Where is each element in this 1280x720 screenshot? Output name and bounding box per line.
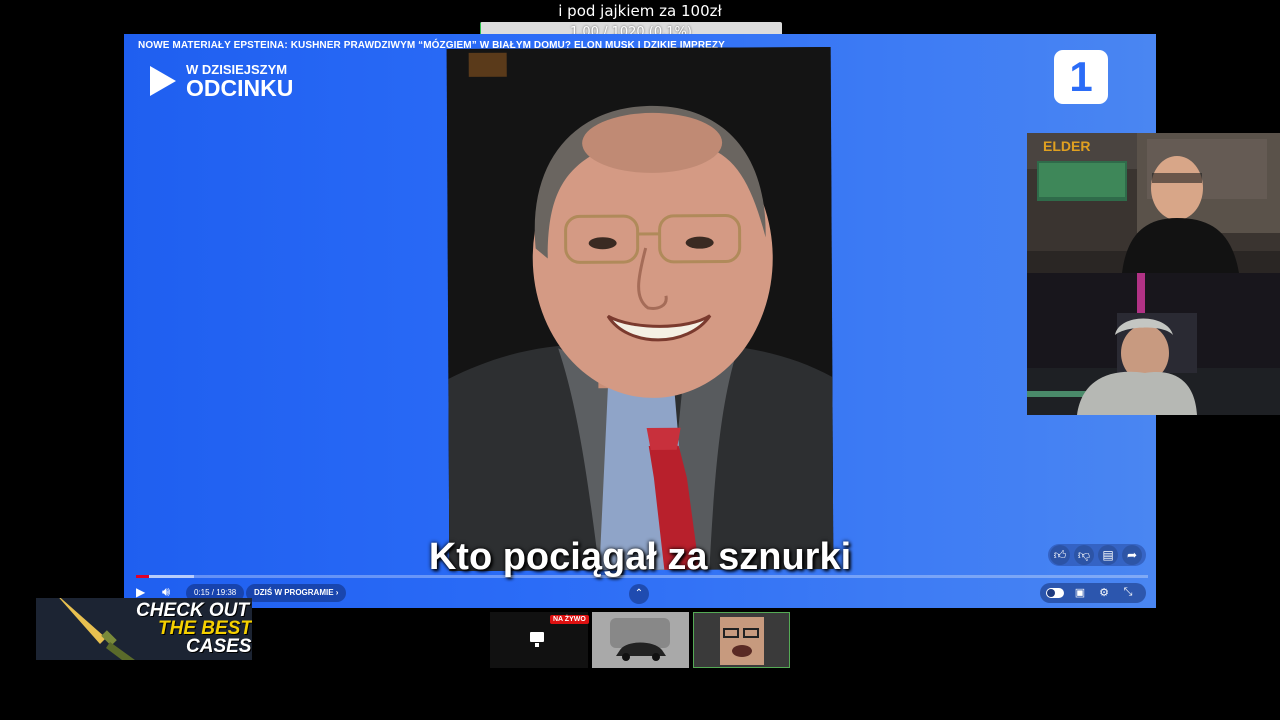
car-image: [592, 612, 689, 668]
portrait-image: [446, 46, 834, 572]
streamer-webcam-1: ELDER: [1027, 133, 1280, 273]
live-badge: NA ŻYWO: [550, 615, 589, 624]
goal-text: i pod jajkiem za 100zł: [558, 2, 722, 20]
program-label: DZIŚ W PROGRAMIE: [254, 588, 334, 597]
toggle-knob: [1047, 589, 1055, 597]
thumbs-down-icon[interactable]: 👎︎: [1074, 545, 1094, 565]
player-right-controls: ▣ ⚙ ⤡: [1040, 583, 1146, 603]
face-image: [694, 613, 789, 667]
program-button[interactable]: DZIŚ W PROGRAMIE ›: [246, 584, 347, 602]
subtitles-icon[interactable]: ▣: [1072, 586, 1088, 599]
video-progress-bar[interactable]: [136, 575, 1148, 578]
chevron-right-icon: ›: [335, 588, 339, 597]
settings-icon[interactable]: ⚙: [1096, 586, 1112, 599]
webcam-2-image: [1027, 273, 1280, 415]
subtitle-caption: Kto pociągał za sznurki: [428, 536, 852, 578]
fullscreen-icon[interactable]: ⤡: [1120, 586, 1136, 599]
video-actions: 👍︎ 👎︎ ▤ ➦: [1048, 544, 1146, 566]
thumbs-up-icon[interactable]: 👍︎: [1050, 545, 1070, 565]
car-thumbnail[interactable]: [592, 612, 689, 668]
cases-ad-banner[interactable]: CHECK OUT THE BEST CASES: [36, 598, 252, 660]
monitor-icon: [530, 632, 544, 642]
today-label-line2: ODCINKU: [186, 75, 294, 101]
face-thumbnail[interactable]: [693, 612, 790, 668]
chevron-up-icon[interactable]: ⌃: [629, 584, 649, 604]
video-progress-fill: [136, 575, 150, 578]
share-icon[interactable]: ➦: [1122, 545, 1142, 565]
channel-logo: 1: [1054, 50, 1108, 104]
play-logo-icon: [150, 66, 176, 96]
webcam-1-image: ELDER: [1027, 133, 1280, 273]
video-player[interactable]: NOWE MATERIAŁY EPSTEINA: KUSHNER PRAWDZI…: [124, 34, 1156, 608]
play-button[interactable]: ▶: [136, 585, 145, 599]
streamer-webcam-2: [1027, 273, 1280, 415]
monitor-stand: [535, 643, 539, 647]
webcam-sign: ELDER: [1043, 138, 1090, 154]
autoplay-toggle[interactable]: [1046, 588, 1064, 598]
comment-icon[interactable]: ▤: [1098, 545, 1118, 565]
live-thumbnail[interactable]: NA ŻYWO: [490, 612, 589, 668]
portrait-photo: [446, 46, 834, 572]
ad-line-3: CASES: [186, 636, 252, 657]
